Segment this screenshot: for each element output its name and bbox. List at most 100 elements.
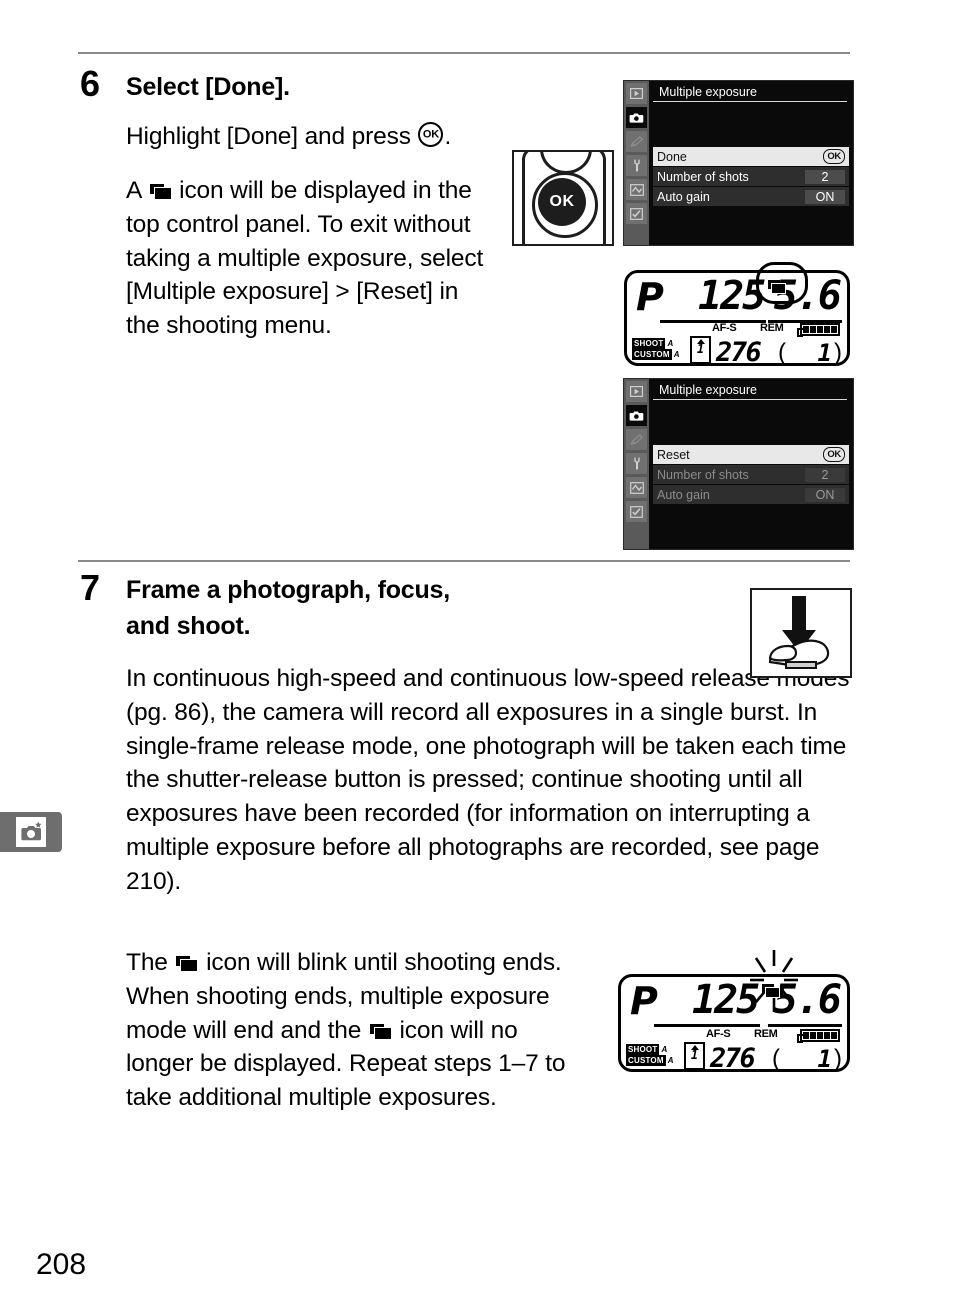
- menu-icon-rail: [624, 379, 649, 549]
- ok-button-icon: OK: [418, 122, 444, 147]
- aperture-underline: [768, 1024, 842, 1027]
- playback-icon: [626, 83, 647, 104]
- menu-screenshot-reset: Multiple exposure Reset OK Number of sho…: [623, 378, 854, 550]
- exposure-mode-indicator: P: [630, 979, 658, 1023]
- buffer-paren-open: (: [772, 1044, 780, 1072]
- custom-bank-letter: A: [667, 1056, 674, 1065]
- chapter-tab-shooting-menu: [0, 812, 62, 852]
- camera-star-icon: [16, 817, 46, 847]
- buffer-paren-open: (: [778, 338, 786, 366]
- af-mode-label: AF-S: [712, 322, 737, 334]
- multiple-exposure-icon: [369, 1023, 392, 1040]
- ok-button-label: OK: [538, 178, 586, 226]
- caret-icon: [696, 339, 705, 344]
- shooting-menu-icon: [626, 107, 647, 128]
- menu-item-label: Number of shots: [657, 169, 749, 184]
- menu-item-value: ON: [805, 189, 845, 204]
- menu-item-done[interactable]: Done OK: [653, 147, 849, 166]
- recent-settings-icon: [626, 203, 647, 224]
- custom-settings-icon: [626, 131, 647, 152]
- menu-icon-rail: [624, 81, 649, 245]
- frames-remaining-indicator: 276: [716, 337, 762, 369]
- step-6-title-bold: Select: [126, 73, 199, 101]
- step-6-number: 6: [80, 63, 101, 104]
- release-mode-value: 1: [690, 1048, 699, 1062]
- menu-item-auto-gain[interactable]: Auto gain ON: [653, 187, 849, 206]
- shoot-bank-tag: SHOOT: [626, 1044, 660, 1055]
- menu-item-number-of-shots[interactable]: Number of shots 2: [653, 167, 849, 186]
- shoot-bank-letter: A: [667, 339, 674, 348]
- custom-bank-tag: CUSTOM: [626, 1055, 666, 1066]
- shooting-menu-icon: [626, 405, 647, 426]
- step-7-number: 7: [80, 567, 101, 608]
- shoot-bank-letter: A: [661, 1045, 668, 1054]
- ok-button-illustration: OK: [512, 150, 614, 246]
- buffer-paren-close: ): [834, 1044, 842, 1072]
- frames-remaining-indicator: 276: [710, 1043, 756, 1075]
- retouch-menu-icon: [626, 179, 647, 200]
- menu-item-ok-badge: OK: [823, 149, 845, 164]
- shutter-speed-underline: [654, 1024, 760, 1027]
- battery-level-icon: [797, 323, 840, 337]
- bank-indicators: SHOOT A CUSTOM A: [626, 1044, 674, 1066]
- custom-settings-icon: [626, 429, 647, 450]
- bank-indicators: SHOOT A CUSTOM A: [632, 338, 680, 360]
- caret-icon: [690, 1045, 699, 1050]
- release-mode-indicator: 1: [690, 336, 711, 364]
- custom-bank-tag: CUSTOM: [632, 349, 672, 360]
- buffer-count-indicator: 1: [817, 338, 832, 367]
- multiple-exposure-icon: [176, 956, 199, 972]
- menu-content: Multiple exposure Reset OK Number of sho…: [649, 379, 853, 549]
- multiple-exposure-icon: [762, 984, 780, 998]
- step-6-p2-text-before: A: [126, 177, 148, 204]
- rem-label: REM: [754, 1028, 778, 1040]
- recent-settings-icon: [626, 501, 647, 522]
- menu-screenshot-done: Multiple exposure Done OK Number of shot…: [623, 80, 854, 246]
- step-7-paragraph-1: In continuous high-speed and continuous …: [126, 665, 850, 895]
- menu-item-ok-badge: OK: [823, 447, 845, 462]
- af-mode-label: AF-S: [706, 1028, 731, 1040]
- battery-level-icon: [797, 1029, 840, 1043]
- step-6-p2-text-after: icon will be displayed in the top contro…: [126, 177, 484, 340]
- menu-title: Multiple exposure: [653, 380, 847, 400]
- shoot-bank-tag: SHOOT: [632, 338, 666, 349]
- menu-item-number-of-shots: Number of shots 2: [653, 465, 849, 484]
- menu-item-label: Number of shots: [657, 467, 749, 482]
- step-7-title: Frame a photograph, focus, and shoot.: [126, 576, 450, 640]
- step-6-title-rest: [Done].: [198, 73, 290, 101]
- step-6-paragraph-2: A icon will be displayed in the top cont…: [126, 174, 498, 343]
- retouch-menu-icon: [626, 477, 647, 498]
- menu-content: Multiple exposure Done OK Number of shot…: [649, 81, 853, 245]
- section-divider-top: [78, 52, 850, 54]
- control-panel-display-bottom: P 125 5.6 AF-S REM SHOOT A CUSTOM A 1 276: [614, 950, 854, 1075]
- step-7-paragraph-2: The icon will blink until shooting ends.…: [126, 946, 566, 1115]
- press-shutter-button-illustration: [750, 588, 852, 678]
- menu-item-value: ON: [805, 487, 845, 502]
- release-mode-indicator: 1: [684, 1042, 705, 1070]
- shutter-speed-indicator: 125: [698, 273, 766, 319]
- multiple-exposure-icon: [149, 184, 172, 200]
- menu-item-label: Done: [657, 149, 687, 164]
- playback-icon: [626, 381, 647, 402]
- control-panel-display-top: P 125 5.6 AF-S REM SHOOT A CUSTOM A 1 276 …: [620, 258, 854, 368]
- menu-item-label: Auto gain: [657, 189, 710, 204]
- menu-item-auto-gain: Auto gain ON: [653, 485, 849, 504]
- menu-row-list: Done OK Number of shots 2 Auto gain ON: [649, 147, 853, 207]
- exposure-mode-indicator: P: [636, 275, 664, 319]
- rem-label: REM: [760, 322, 784, 334]
- step-6-p1-text-before: Highlight [Done] and press: [126, 123, 418, 150]
- setup-menu-icon: [626, 453, 647, 474]
- menu-item-reset[interactable]: Reset OK: [653, 445, 849, 464]
- menu-row-list: Reset OK Number of shots 2 Auto gain ON: [649, 445, 853, 505]
- menu-item-label: Reset: [657, 447, 690, 462]
- page-number: 208: [36, 1248, 87, 1281]
- step-7-p2-part-a: The: [126, 949, 175, 976]
- setup-menu-icon: [626, 155, 647, 176]
- manual-page: 6 Select [Done]. Highlight [Done] and pr…: [0, 0, 954, 1314]
- menu-item-value: 2: [805, 169, 845, 184]
- release-mode-value: 1: [696, 342, 705, 356]
- step-6-p1-text-after: .: [444, 123, 452, 150]
- buffer-count-indicator: 1: [817, 1044, 832, 1073]
- menu-item-label: Auto gain: [657, 487, 710, 502]
- menu-title: Multiple exposure: [653, 82, 847, 102]
